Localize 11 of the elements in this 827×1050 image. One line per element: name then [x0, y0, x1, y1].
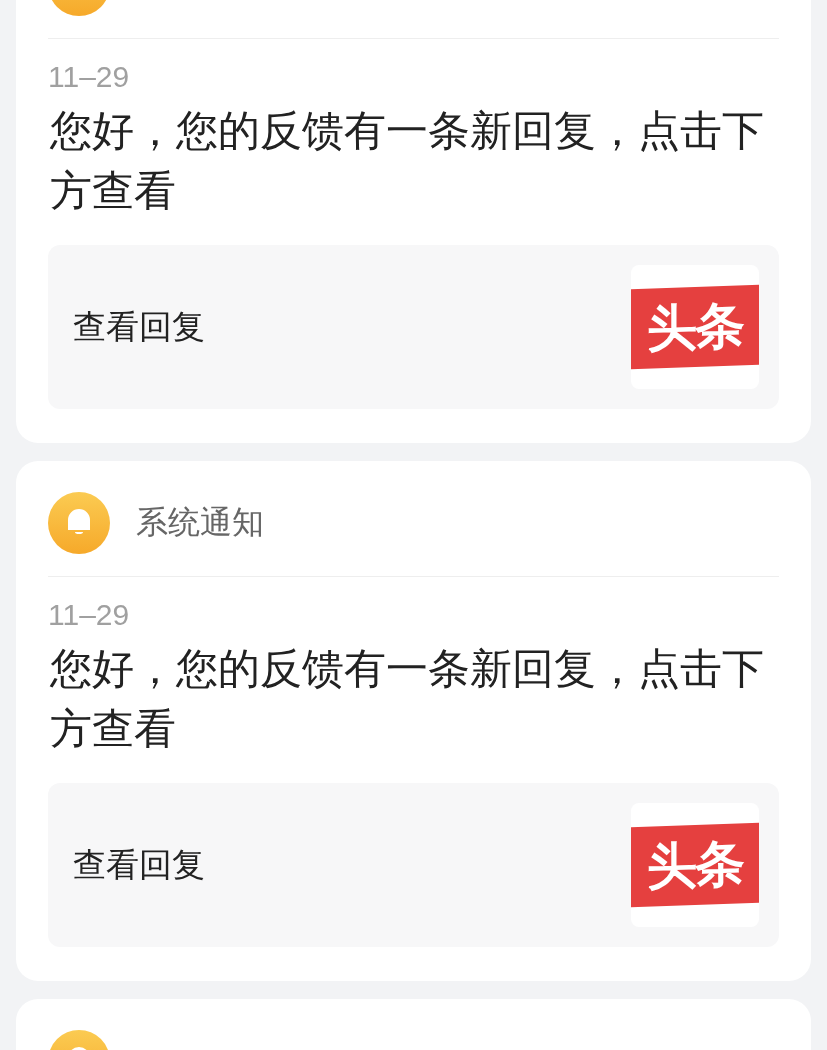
notice-message: 您好，您的反馈有一条新回复，点击下方查看 — [50, 105, 765, 217]
reply-card[interactable]: 查看回复 头条 — [48, 783, 779, 947]
notice-date: 11–29 — [48, 59, 131, 95]
notice-message: 您好，您的反馈有一条新回复，点击下方查看 — [50, 643, 765, 755]
view-reply-link[interactable]: 查看回复 — [73, 304, 205, 350]
notice-title: 系统通知 — [136, 501, 264, 543]
notice-date: 11–29 — [48, 597, 131, 633]
app-logo: 头条 — [631, 284, 759, 370]
reply-card[interactable]: 查看回复 头条 — [48, 245, 779, 409]
view-reply-link[interactable]: 查看回复 — [73, 842, 205, 888]
app-logo: 头条 — [631, 822, 759, 908]
